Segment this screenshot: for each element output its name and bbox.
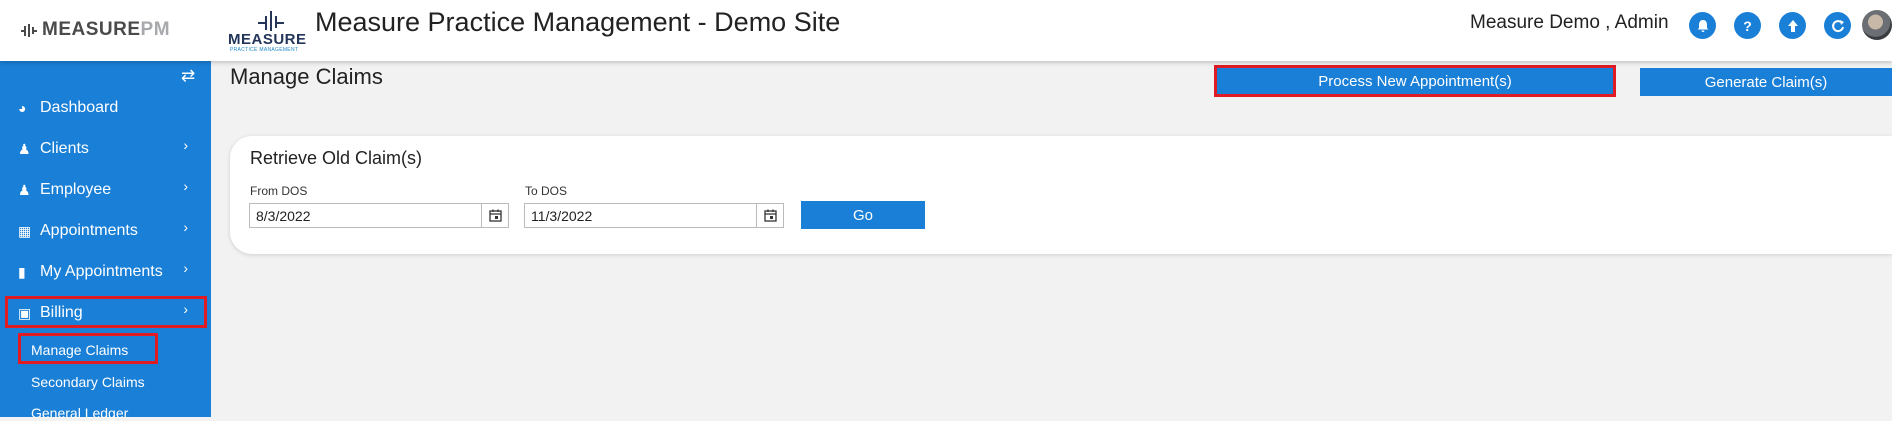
sidebar-subitem-general-ledger[interactable]: General Ledger xyxy=(31,405,128,421)
user-icon: ♟ xyxy=(18,140,31,157)
chevron-right-icon: › xyxy=(183,219,188,235)
retrieve-old-claims-panel: Retrieve Old Claim(s) From DOS 8/3/2022 … xyxy=(230,136,1892,254)
calendar-icon: ▦ xyxy=(18,222,32,239)
chevron-right-icon: › xyxy=(183,137,188,153)
upload-icon[interactable] xyxy=(1779,12,1806,39)
site-logo: MEASURE PRACTICE MANAGEMENT xyxy=(226,8,312,53)
refresh-icon[interactable] xyxy=(1824,12,1851,39)
manage-claims-highlight xyxy=(18,333,158,364)
logo-subtitle: PRACTICE MANAGEMENT xyxy=(230,47,299,53)
tablet-icon: ▮ xyxy=(18,263,26,280)
from-dos-input[interactable]: 8/3/2022 xyxy=(249,203,482,228)
brand-name: MEASUREPM xyxy=(42,19,171,40)
sidebar-item-clients[interactable]: ♟ Clients › xyxy=(18,137,198,161)
collapse-toggle-icon[interactable]: ⇄ xyxy=(181,66,195,86)
to-dos-label: To DOS xyxy=(525,184,568,198)
chevron-right-icon: › xyxy=(183,260,188,276)
sidebar-item-label: Appointments xyxy=(40,222,138,239)
sidebar: ⇄ ◕ Dashboard ♟ Clients › ♟ Employee › ▦… xyxy=(0,61,211,421)
chevron-right-icon: › xyxy=(183,178,188,194)
go-button[interactable]: Go xyxy=(801,201,925,229)
dashboard-icon: ◕ xyxy=(18,100,27,116)
top-bar: MEASUREPM MEASURE PRACTICE MANAGEMENT Me… xyxy=(0,0,1892,61)
brand-logo[interactable]: MEASUREPM xyxy=(20,19,170,41)
sidebar-item-my-appointments[interactable]: ▮ My Appointments › xyxy=(18,260,198,284)
app-title: Measure Practice Management - Demo Site xyxy=(315,7,841,37)
users-icon: ♟ xyxy=(18,181,31,198)
page-title: Manage Claims xyxy=(230,64,383,89)
sidebar-item-employee[interactable]: ♟ Employee › xyxy=(18,178,198,202)
sidebar-item-label: My Appointments xyxy=(40,263,163,280)
from-dos-label: From DOS xyxy=(250,184,308,198)
sidebar-item-appointments[interactable]: ▦ Appointments › xyxy=(18,219,198,243)
to-dos-input[interactable]: 11/3/2022 xyxy=(524,203,757,228)
bell-icon[interactable] xyxy=(1689,12,1716,39)
sidebar-item-label: Dashboard xyxy=(40,99,119,116)
logo-word: MEASURE xyxy=(228,31,307,48)
billing-highlight xyxy=(5,296,207,328)
calendar-icon[interactable] xyxy=(756,203,784,228)
user-name[interactable]: Measure Demo , Admin xyxy=(1470,12,1669,34)
measure-mark-icon xyxy=(21,24,37,37)
generate-claims-button[interactable]: Generate Claim(s) xyxy=(1640,68,1892,96)
process-button-highlight xyxy=(1214,65,1616,97)
avatar[interactable] xyxy=(1862,10,1892,40)
sidebar-item-dashboard[interactable]: ◕ Dashboard xyxy=(18,96,198,120)
sidebar-subitem-secondary-claims[interactable]: Secondary Claims xyxy=(31,374,145,390)
sidebar-item-label: Clients xyxy=(40,140,89,157)
calendar-icon[interactable] xyxy=(481,203,509,228)
sidebar-item-label: Employee xyxy=(40,181,112,198)
help-icon[interactable]: ? xyxy=(1734,12,1761,39)
panel-title: Retrieve Old Claim(s) xyxy=(250,148,423,168)
logo-mark-icon xyxy=(258,11,284,31)
